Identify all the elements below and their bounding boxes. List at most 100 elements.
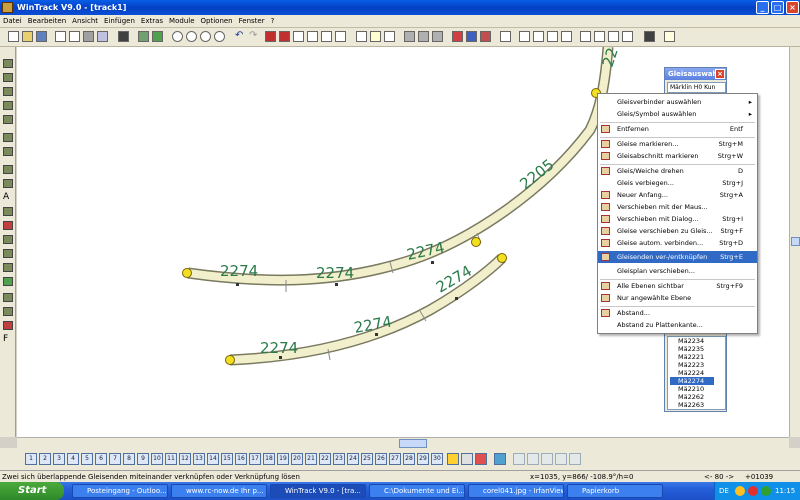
layout-icon[interactable] [644, 31, 655, 42]
menu-item-gleisplan-verschieben[interactable]: Gleisplan verschieben... [598, 265, 757, 277]
layer-button[interactable]: 5 [81, 453, 93, 465]
menu-help[interactable]: ? [268, 15, 278, 28]
menu-optionen[interactable]: Optionen [198, 15, 236, 28]
layer-button[interactable]: 21 [305, 453, 317, 465]
layer-button[interactable]: 25 [361, 453, 373, 465]
move-icon[interactable] [452, 31, 463, 42]
tunnel-icon[interactable] [3, 101, 13, 110]
minimize-button[interactable]: _ [756, 1, 769, 14]
terrain-icon[interactable] [3, 249, 13, 258]
grid-icon[interactable] [608, 31, 619, 42]
menu-item-verschieben-maus[interactable]: Verschieben mit der Maus... [598, 201, 757, 213]
close-button[interactable]: × [786, 1, 799, 14]
copy-icon[interactable] [293, 31, 304, 42]
menu-item-verschieben-dialog[interactable]: Verschieben mit Dialog... Strg+I [598, 213, 757, 225]
menu-item-gleisverbinder[interactable]: Gleisverbinder auswählen ▸ [598, 96, 757, 108]
green-area-icon[interactable] [3, 277, 13, 286]
bridge-icon[interactable] [3, 115, 13, 124]
layer-button[interactable]: 16 [235, 453, 247, 465]
layer-button[interactable]: 29 [417, 453, 429, 465]
track-endpoint[interactable] [497, 253, 507, 263]
flex-track-icon[interactable] [3, 59, 13, 68]
layer-button[interactable]: 13 [193, 453, 205, 465]
layer-button[interactable]: 2 [39, 453, 51, 465]
tray-icon[interactable] [748, 486, 758, 496]
list-item[interactable]: Mä2262 [670, 393, 714, 401]
layer-colors-icon[interactable] [447, 453, 459, 465]
track-system-select[interactable]: Märklin H0 Kun [667, 82, 726, 93]
print-preview-icon[interactable] [55, 31, 66, 42]
layer-button[interactable]: 12 [179, 453, 191, 465]
platform-icon[interactable] [3, 133, 13, 142]
layer-nav-icon[interactable] [513, 453, 525, 465]
layer-button[interactable]: 26 [375, 453, 387, 465]
layer-button[interactable]: 24 [347, 453, 359, 465]
menu-item-gleis-symbol[interactable]: Gleis/Symbol auswählen ▸ [598, 108, 757, 120]
taskbar-item[interactable]: Papierkorb [567, 484, 663, 498]
zoom-window-icon[interactable] [214, 31, 225, 42]
menu-extras[interactable]: Extras [138, 15, 166, 28]
taskbar-item[interactable]: C:\Dokumente und Ei... [369, 484, 465, 498]
layer-button[interactable]: 30 [431, 453, 443, 465]
list-item[interactable]: Mä2224 [670, 369, 714, 377]
landscape-tool-icon[interactable] [3, 235, 13, 244]
track-end-icon[interactable] [594, 31, 605, 42]
flip-icon[interactable] [480, 31, 491, 42]
switch-left-icon[interactable] [533, 31, 544, 42]
clipboard-icon[interactable] [321, 31, 332, 42]
camera-icon[interactable] [118, 31, 129, 42]
list-item[interactable]: Mä2235 [670, 345, 714, 353]
menu-item-abstand-plattenkante[interactable]: Abstand zu Plattenkante... [598, 319, 757, 331]
layer-nav-icon[interactable] [527, 453, 539, 465]
layer-info-icon[interactable] [494, 453, 506, 465]
menu-item-gleisabschnitt[interactable]: Gleisabschnitt markieren Strg+W [598, 150, 757, 162]
menu-item-drehen[interactable]: Gleis/Weiche drehen D [598, 165, 757, 177]
menu-item-neuer-anfang[interactable]: Neuer Anfang... Strg+A [598, 189, 757, 201]
tray-icon[interactable] [735, 486, 745, 496]
list-item[interactable]: Mä2221 [670, 353, 714, 361]
menu-item-alle-ebenen[interactable]: Alle Ebenen sichtbar Strg+F9 [598, 280, 757, 292]
list-item[interactable]: Mä2234 [670, 337, 714, 345]
list-item[interactable]: Mä2263 [670, 401, 714, 409]
layer-nav-icon[interactable] [569, 453, 581, 465]
stop-icon[interactable] [279, 31, 290, 42]
page-icon[interactable] [97, 31, 108, 42]
measure-icon[interactable] [500, 31, 511, 42]
menu-item-abstand[interactable]: Abstand... [598, 307, 757, 319]
pen-icon[interactable] [384, 31, 395, 42]
horizontal-scroll-thumb[interactable] [399, 439, 427, 448]
menu-item-gleise-markieren[interactable]: Gleise markieren... Strg+M [598, 138, 757, 150]
menu-einfuegen[interactable]: Einfügen [101, 15, 138, 28]
record-icon[interactable] [265, 31, 276, 42]
slope-icon[interactable] [3, 307, 13, 316]
layer-button[interactable]: 11 [165, 453, 177, 465]
menu-fenster[interactable]: Fenster [236, 15, 268, 28]
save-icon[interactable] [36, 31, 47, 42]
catenary-icon[interactable] [3, 321, 13, 330]
landscape-icon[interactable] [152, 31, 163, 42]
menu-bearbeiten[interactable]: Bearbeiten [25, 15, 69, 28]
taskbar-item[interactable]: www.rc-now.de Ihr p... [171, 484, 267, 498]
rotate-icon[interactable] [466, 31, 477, 42]
paste-icon[interactable] [335, 31, 346, 42]
menu-item-entfernen[interactable]: Entfernen Entf [598, 123, 757, 135]
layer-button[interactable]: 8 [123, 453, 135, 465]
horizontal-scrollbar[interactable] [17, 437, 789, 448]
redo-icon[interactable]: ↷ [249, 31, 260, 42]
tool-icon[interactable] [3, 87, 13, 96]
list-item-selected[interactable]: Mä2274 [670, 377, 714, 385]
text-icon[interactable]: A [3, 193, 13, 202]
menu-ansicht[interactable]: Ansicht [69, 15, 101, 28]
maximize-button[interactable]: □ [771, 1, 784, 14]
vertical-scrollbar[interactable] [789, 47, 800, 437]
help-icon[interactable] [664, 31, 675, 42]
track-list[interactable]: Mä2234 Mä2235 Mä2221 Mä2223 Mä2224 Mä227… [667, 336, 726, 410]
close-icon[interactable]: × [715, 69, 725, 79]
layer-button[interactable]: 18 [263, 453, 275, 465]
house-icon[interactable] [3, 221, 13, 230]
tray-icon[interactable] [761, 486, 771, 496]
layer-button[interactable]: 27 [389, 453, 401, 465]
flex2-track-icon[interactable] [3, 73, 13, 82]
menu-item-nur-angewaehlte-ebene[interactable]: Nur angewählte Ebene [598, 292, 757, 304]
crossing-icon[interactable] [561, 31, 572, 42]
